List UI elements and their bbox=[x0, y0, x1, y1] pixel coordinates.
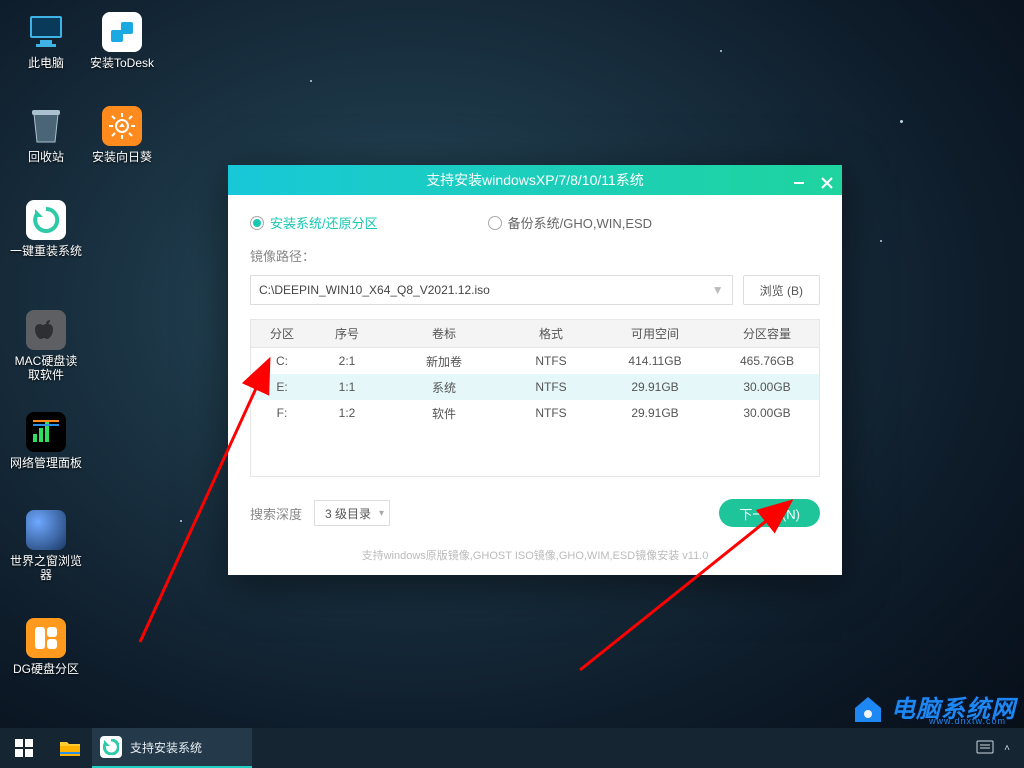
cell: C: bbox=[251, 354, 313, 368]
taskbar: 支持安装系统 ˄ bbox=[0, 728, 1024, 768]
desktop-icon-label: 一键重装系统 bbox=[10, 244, 82, 258]
desktop-icon-mac-disk[interactable]: MAC硬盘读 取软件 bbox=[10, 310, 82, 382]
desktop-icon-browser[interactable]: 世界之窗浏览 器 bbox=[10, 510, 82, 582]
taskbar-explorer[interactable] bbox=[48, 728, 92, 768]
radio-backup[interactable]: 备份系统/GHO,WIN,ESD bbox=[488, 213, 652, 232]
table-row[interactable]: C: 2:1 新加卷 NTFS 414.11GB 465.76GB bbox=[251, 348, 819, 374]
next-button[interactable]: 下一步 (N) bbox=[719, 499, 820, 527]
cell: 新加卷 bbox=[381, 353, 507, 370]
browse-label: 浏览 (B) bbox=[760, 282, 803, 299]
radio-dot-icon bbox=[488, 216, 502, 230]
desktop-icon-network-panel[interactable]: 网络管理面板 bbox=[10, 412, 82, 470]
dialog-title-text: 支持安装windowsXP/7/8/10/11系统 bbox=[426, 170, 644, 190]
todesk-icon bbox=[102, 12, 142, 52]
table-header: 分区 序号 卷标 格式 可用空间 分区容量 bbox=[251, 320, 819, 348]
house-icon bbox=[851, 694, 885, 724]
table-empty-space bbox=[251, 426, 819, 476]
start-button[interactable] bbox=[0, 728, 48, 768]
dg-icon bbox=[26, 618, 66, 658]
windows-icon bbox=[15, 739, 33, 757]
th-format: 格式 bbox=[507, 325, 595, 342]
star bbox=[180, 520, 182, 522]
desktop-icon-label: 此电脑 bbox=[10, 56, 82, 70]
radio-install-restore[interactable]: 安装系统/还原分区 bbox=[250, 213, 378, 232]
cell: 软件 bbox=[381, 405, 507, 422]
browse-button[interactable]: 浏览 (B) bbox=[743, 275, 820, 305]
taskbar-app-label: 支持安装系统 bbox=[130, 739, 202, 756]
cell: 30.00GB bbox=[715, 380, 819, 394]
taskbar-app-install[interactable]: 支持安装系统 bbox=[92, 728, 252, 768]
desktop-icon-dg-partition[interactable]: DG硬盘分区 bbox=[10, 618, 82, 676]
trash-icon bbox=[26, 106, 66, 146]
cell: E: bbox=[251, 380, 313, 394]
folder-icon bbox=[59, 739, 81, 757]
desktop-icon-label: 网络管理面板 bbox=[10, 456, 82, 470]
close-button[interactable] bbox=[820, 176, 834, 190]
watermark-url: www.dnxtw.com bbox=[929, 716, 1006, 726]
apple-icon bbox=[26, 310, 66, 350]
sunflower-icon bbox=[102, 106, 142, 146]
network-icon bbox=[26, 412, 66, 452]
th-index: 序号 bbox=[313, 325, 381, 342]
star bbox=[310, 80, 312, 82]
th-size: 分区容量 bbox=[715, 325, 819, 342]
cell: 系统 bbox=[381, 379, 507, 396]
desktop-icon-todesk[interactable]: 安装ToDesk bbox=[86, 12, 158, 70]
globe-icon bbox=[26, 510, 66, 550]
radio-label: 安装系统/还原分区 bbox=[270, 213, 378, 232]
partition-table: 分区 序号 卷标 格式 可用空间 分区容量 C: 2:1 新加卷 NTFS 41… bbox=[250, 319, 820, 477]
table-row[interactable]: E: 1:1 系统 NTFS 29.91GB 30.00GB bbox=[251, 374, 819, 400]
cell: 1:1 bbox=[313, 380, 381, 394]
cell: NTFS bbox=[507, 354, 595, 368]
desktop-icon-label: MAC硬盘读 取软件 bbox=[10, 354, 82, 382]
radio-dot-icon bbox=[250, 216, 264, 230]
app-icon bbox=[100, 736, 122, 758]
chevron-down-icon: ▼ bbox=[712, 283, 724, 297]
desktop-icon-label: 世界之窗浏览 器 bbox=[10, 554, 82, 582]
search-depth-label: 搜索深度 bbox=[250, 504, 302, 523]
image-path-value: C:\DEEPIN_WIN10_X64_Q8_V2021.12.iso bbox=[259, 283, 490, 297]
cell: 414.11GB bbox=[595, 354, 715, 368]
cell: 29.91GB bbox=[595, 380, 715, 394]
cell: NTFS bbox=[507, 380, 595, 394]
cell: F: bbox=[251, 406, 313, 420]
install-dialog: 支持安装windowsXP/7/8/10/11系统 安装系统/还原分区 备份系统… bbox=[228, 165, 842, 575]
cell: NTFS bbox=[507, 406, 595, 420]
tray-chevron-icon[interactable]: ˄ bbox=[1004, 743, 1010, 754]
search-depth-select[interactable]: 3 级目录 bbox=[314, 500, 390, 526]
image-path-label: 镜像路径： bbox=[250, 246, 820, 265]
dialog-footer-note: 支持windows原版镜像,GHOST ISO镜像,GHO,WIM,ESD镜像安… bbox=[228, 541, 842, 575]
star bbox=[900, 120, 903, 123]
watermark: 电脑系统网 www.dnxtw.com bbox=[851, 689, 1016, 724]
table-row[interactable]: F: 1:2 软件 NTFS 29.91GB 30.00GB bbox=[251, 400, 819, 426]
radio-label: 备份系统/GHO,WIN,ESD bbox=[508, 213, 652, 232]
th-free: 可用空间 bbox=[595, 325, 715, 342]
cell: 29.91GB bbox=[595, 406, 715, 420]
desktop-icon-label: 安装ToDesk bbox=[86, 56, 158, 70]
star bbox=[880, 240, 882, 242]
monitor-icon bbox=[26, 12, 66, 52]
cell: 2:1 bbox=[313, 354, 381, 368]
reinstall-icon bbox=[26, 200, 66, 240]
th-label: 卷标 bbox=[381, 325, 507, 342]
cell: 1:2 bbox=[313, 406, 381, 420]
desktop-icon-label: 回收站 bbox=[10, 150, 82, 164]
desktop-icon-label: 安装向日葵 bbox=[86, 150, 158, 164]
minimize-button[interactable] bbox=[792, 176, 806, 190]
desktop-icon-sunflower[interactable]: 安装向日葵 bbox=[86, 106, 158, 164]
next-label: 下一步 (N) bbox=[739, 507, 800, 522]
tray-keyboard-icon[interactable] bbox=[976, 740, 994, 757]
th-partition: 分区 bbox=[251, 325, 313, 342]
desktop-icon-label: DG硬盘分区 bbox=[10, 662, 82, 676]
desktop-icon-recycle-bin[interactable]: 回收站 bbox=[10, 106, 82, 164]
search-depth-value: 3 级目录 bbox=[325, 505, 371, 522]
desktop-icon-reinstall[interactable]: 一键重装系统 bbox=[10, 200, 82, 258]
cell: 465.76GB bbox=[715, 354, 819, 368]
cell: 30.00GB bbox=[715, 406, 819, 420]
dialog-titlebar[interactable]: 支持安装windowsXP/7/8/10/11系统 bbox=[228, 165, 842, 195]
desktop-icon-this-pc[interactable]: 此电脑 bbox=[10, 12, 82, 70]
image-path-dropdown[interactable]: C:\DEEPIN_WIN10_X64_Q8_V2021.12.iso ▼ bbox=[250, 275, 733, 305]
star bbox=[720, 50, 722, 52]
system-tray[interactable]: ˄ bbox=[976, 740, 1024, 757]
